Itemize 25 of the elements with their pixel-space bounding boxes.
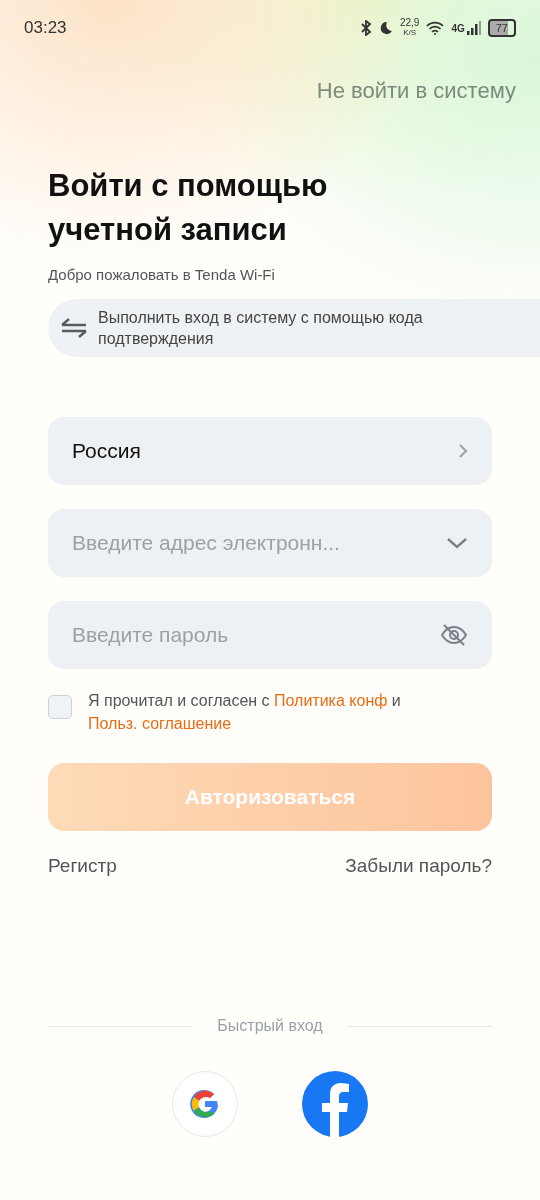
quick-login-label: Быстрый вход xyxy=(217,1017,323,1035)
speed-unit: K/S xyxy=(403,28,417,38)
code-login-button[interactable]: Выполнить вход в систему с помощью кода подтверждения xyxy=(48,299,540,357)
wifi-icon xyxy=(426,21,445,35)
agreement-checkbox[interactable] xyxy=(48,695,72,719)
bluetooth-icon xyxy=(359,20,372,36)
speed-value: 22,9 xyxy=(399,18,420,28)
eye-hidden-icon[interactable] xyxy=(440,623,468,647)
welcome-subtitle: Добро пожаловать в Tenda Wi-Fi xyxy=(48,266,276,283)
forgot-password-link[interactable]: Забыли пароль? xyxy=(345,855,492,877)
agreement-text: Я прочитал и согласен с Политика конф и Польз. соглашение xyxy=(88,691,402,734)
email-field[interactable]: Введите адрес электронн... xyxy=(48,509,492,577)
facebook-login-button[interactable] xyxy=(302,1071,368,1137)
status-time: 03:23 xyxy=(24,18,67,38)
moon-icon xyxy=(378,21,393,35)
page-title: Войти с помощью учетной записи xyxy=(48,167,329,249)
signal-icon xyxy=(466,21,481,35)
chevron-down-icon xyxy=(446,537,468,549)
country-selector[interactable]: Россия xyxy=(48,417,492,485)
network-label: 4G xyxy=(451,22,465,34)
chevron-right-icon xyxy=(458,443,468,459)
battery-indicator: 77 xyxy=(487,19,516,37)
password-field[interactable]: Введите пароль xyxy=(48,601,492,669)
register-link[interactable]: Регистр xyxy=(48,855,117,877)
swap-icon xyxy=(60,317,88,339)
